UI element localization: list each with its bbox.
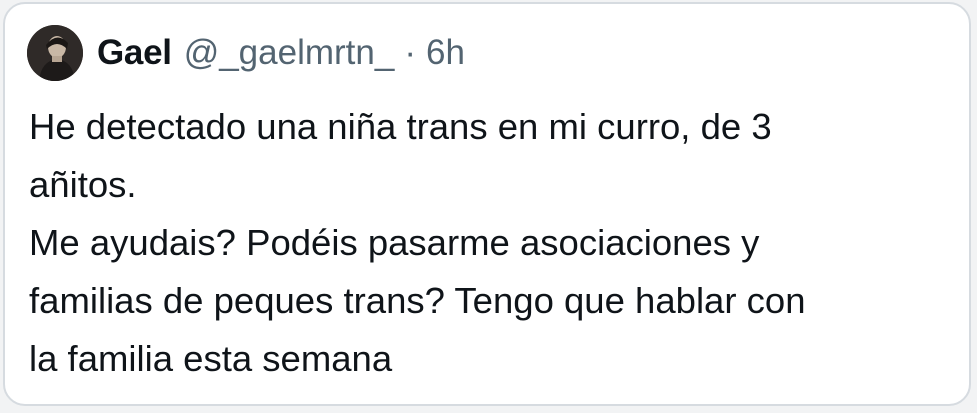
author-name[interactable]: Gael: [97, 33, 172, 73]
tweet-text-line: Me ayudais? Podéis pasarme asociaciones …: [29, 222, 760, 263]
tweet-header: Gael @_gaelmrtn_ · 6h: [27, 24, 465, 82]
tweet-text-line: familias de peques trans? Tengo que habl…: [29, 280, 806, 321]
tweet-text-line: la familia esta semana: [29, 338, 393, 379]
author-handle[interactable]: @_gaelmrtn_: [184, 33, 395, 73]
tweet-text-line: añitos.: [29, 164, 137, 205]
tweet-text-line: He detectado una niña trans en mi curro,…: [29, 106, 772, 147]
tweet-text: He detectado una niña trans en mi curro,…: [29, 98, 949, 388]
timestamp[interactable]: 6h: [426, 33, 465, 73]
profile-photo-icon: [27, 25, 83, 81]
avatar[interactable]: [27, 25, 83, 81]
tweet-card[interactable]: Gael @_gaelmrtn_ · 6h He detectado una n…: [3, 2, 971, 406]
separator-dot: ·: [404, 33, 416, 72]
